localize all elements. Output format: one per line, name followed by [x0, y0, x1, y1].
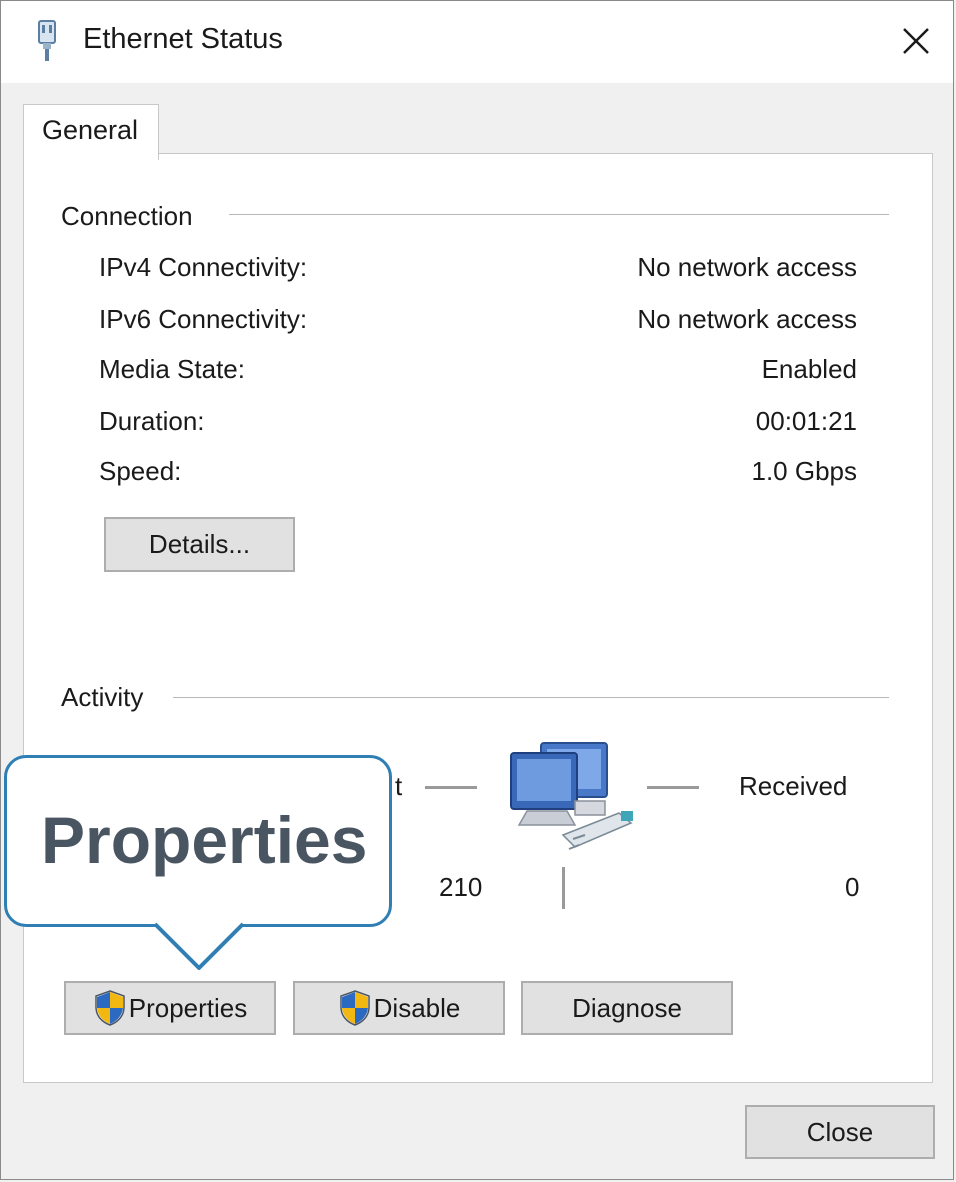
close-icon[interactable] [896, 21, 936, 61]
media-state-label: Media State: [99, 354, 245, 384]
speed-label: Speed: [99, 456, 182, 486]
properties-button-label: Properties [128, 992, 248, 1023]
media-state-value: Enabled [761, 354, 857, 384]
uac-shield-icon [339, 990, 370, 1026]
ethernet-plug-icon [38, 20, 56, 61]
received-bytes-value: 0 [845, 872, 860, 902]
disable-button-label: Disable [373, 992, 461, 1023]
tab-general-label: General [42, 115, 139, 145]
ipv4-value: No network access [637, 252, 857, 282]
sent-label: t [395, 771, 403, 801]
ipv6-value: No network access [637, 304, 857, 334]
activity-divider [173, 697, 889, 698]
callout-pointer [153, 922, 245, 970]
window-title: Ethernet Status [83, 23, 283, 55]
duration-value: 00:01:21 [755, 406, 857, 436]
network-computers-icon [510, 742, 633, 850]
speed-value: 1.0 Gbps [751, 456, 857, 486]
duration-label: Duration: [99, 406, 205, 436]
received-dash [647, 786, 699, 789]
close-button[interactable]: Close [745, 1105, 935, 1159]
ethernet-status-window: Ethernet Status General Connection IPv4 … [0, 0, 954, 1180]
properties-callout: Properties [4, 755, 392, 927]
ipv4-label: IPv4 Connectivity: [99, 252, 308, 282]
activity-group-label: Activity [61, 682, 144, 712]
details-button[interactable]: Details... [104, 517, 295, 572]
connection-divider [229, 214, 889, 215]
tab-general[interactable]: General [23, 104, 159, 160]
sent-bytes-value: 210 [439, 872, 483, 902]
sent-dash [425, 786, 477, 789]
uac-shield-icon [95, 990, 125, 1026]
connection-group-label: Connection [61, 201, 193, 231]
received-label: Received [739, 771, 848, 801]
disable-button[interactable]: Disable [293, 981, 505, 1035]
ipv6-label: IPv6 Connectivity: [99, 304, 308, 334]
title-bar: Ethernet Status [1, 1, 953, 83]
activity-separator [562, 867, 565, 909]
callout-text: Properties [41, 803, 368, 877]
diagnose-button[interactable]: Diagnose [521, 981, 733, 1035]
properties-button[interactable]: Properties [64, 981, 276, 1035]
